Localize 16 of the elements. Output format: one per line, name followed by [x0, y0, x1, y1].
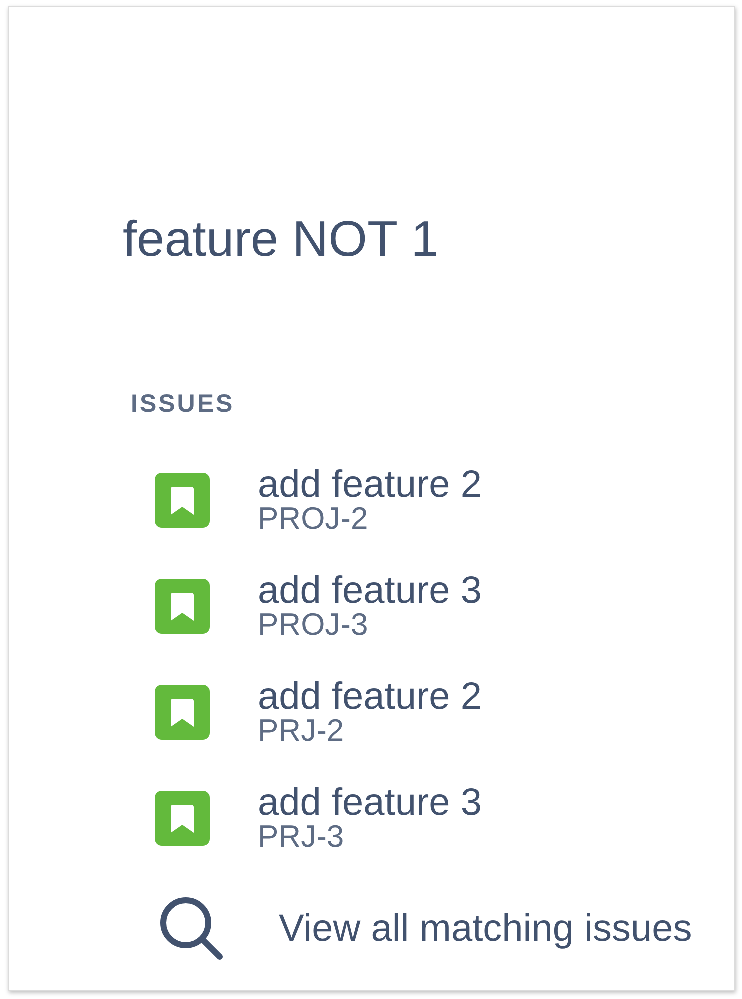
issue-key: PRJ-2	[258, 717, 344, 745]
section-heading: ISSUES	[131, 391, 235, 417]
issue-key: PROJ-2	[258, 505, 368, 533]
issue-key: PRJ-3	[258, 823, 344, 851]
issue-title[interactable]: add feature 3	[258, 785, 482, 821]
bookmark-icon	[155, 790, 210, 846]
issue-title[interactable]: add feature 3	[258, 573, 482, 609]
bookmark-icon	[155, 684, 210, 740]
issue-key: PROJ-3	[258, 611, 368, 639]
search-field[interactable]: feature NOT 1	[123, 214, 439, 264]
search-icon	[160, 897, 224, 961]
issue-title[interactable]: add feature 2	[258, 467, 482, 503]
bookmark-icon	[155, 578, 210, 634]
issue-title[interactable]: add feature 2	[258, 679, 482, 715]
view-all-issues-link[interactable]: View all matching issues	[160, 897, 692, 961]
bookmark-icon	[155, 472, 210, 528]
